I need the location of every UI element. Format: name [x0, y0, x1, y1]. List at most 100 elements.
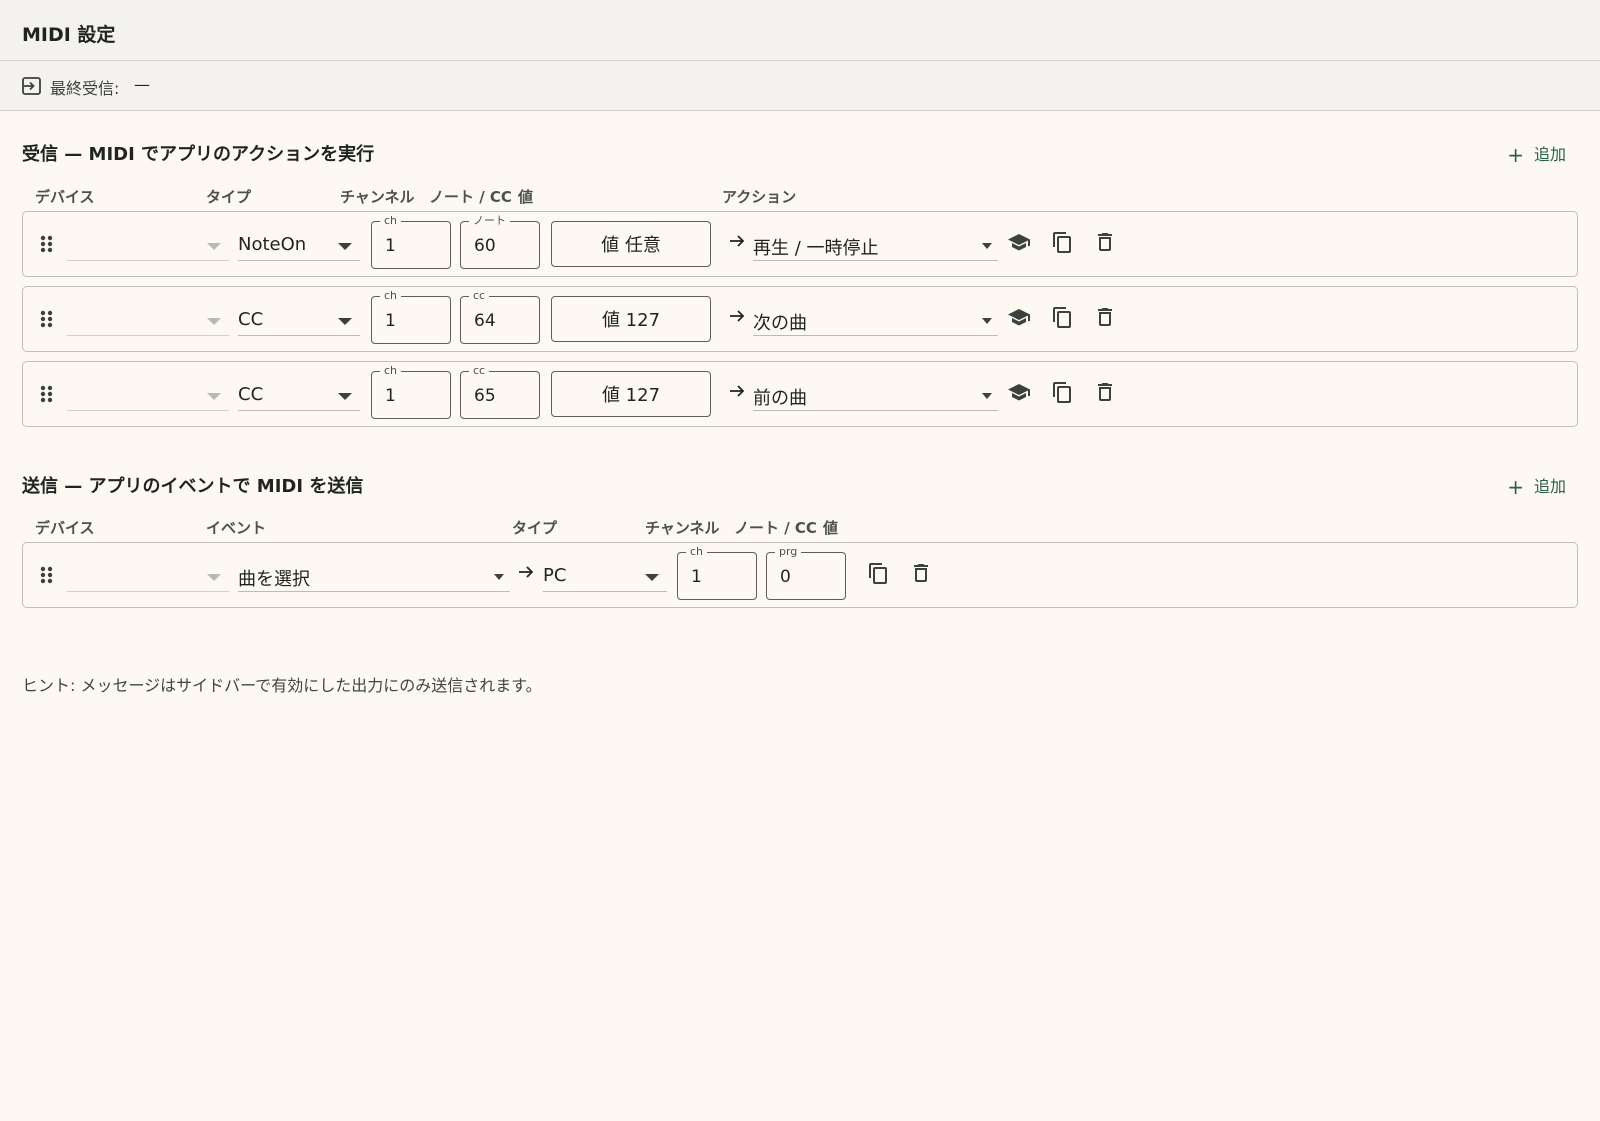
send-col-channel: チャンネル	[645, 519, 720, 537]
copy-icon	[1053, 382, 1071, 403]
device-select[interactable]	[67, 560, 229, 592]
receive-section-title: 受信 — MIDI でアプリのアクションを実行	[22, 144, 375, 165]
channel-field-value: 1	[385, 386, 396, 406]
send-add-button[interactable]: + 追加	[1507, 473, 1566, 499]
type-select[interactable]: PC	[543, 560, 667, 592]
trash-icon	[1098, 233, 1112, 251]
chevron-down-icon	[207, 393, 221, 400]
drag-handle-icon[interactable]	[38, 565, 56, 585]
copy-icon	[1053, 232, 1071, 253]
device-select[interactable]	[67, 304, 229, 336]
type-select-value: CC	[238, 309, 264, 330]
cc-field-value: 65	[474, 386, 496, 406]
action-select[interactable]: 前の曲	[753, 379, 998, 411]
chevron-down-icon	[338, 243, 352, 250]
channel-field[interactable]: ch 1	[677, 545, 757, 600]
cc-field-label: cc	[469, 289, 490, 302]
chevron-down-icon	[207, 243, 221, 250]
device-select[interactable]	[67, 229, 229, 261]
cc-field-label: cc	[469, 364, 490, 377]
learn-cap-icon	[1008, 384, 1030, 401]
input-icon	[22, 77, 41, 95]
program-field-label: prg	[775, 545, 802, 558]
receive-col-action: アクション	[722, 188, 797, 206]
last-received-bar: 最終受信: —	[0, 61, 1600, 111]
arrow-right-icon	[519, 566, 534, 578]
chevron-down-icon	[982, 393, 992, 399]
delete-button[interactable]	[1093, 230, 1117, 254]
device-select[interactable]	[67, 379, 229, 411]
type-select-value: NoteOn	[238, 234, 307, 255]
arrow-right-icon	[730, 310, 745, 322]
note-field-value: 60	[474, 236, 496, 256]
type-select-value: CC	[238, 384, 264, 405]
chevron-down-icon	[338, 318, 352, 325]
duplicate-button[interactable]	[866, 561, 890, 585]
channel-field-label: ch	[380, 289, 402, 302]
action-select[interactable]: 再生 / 一時停止	[753, 229, 998, 261]
arrow-right-icon	[730, 235, 745, 247]
type-select[interactable]: CC	[238, 304, 360, 336]
chevron-down-icon	[338, 393, 352, 400]
program-field[interactable]: prg 0	[766, 545, 846, 600]
copy-icon	[869, 563, 887, 584]
learn-button[interactable]	[1007, 305, 1031, 329]
duplicate-button[interactable]	[1050, 230, 1074, 254]
duplicate-button[interactable]	[1050, 305, 1074, 329]
type-select-value: PC	[543, 565, 567, 586]
delete-button[interactable]	[909, 561, 933, 585]
receive-col-type: タイプ	[206, 188, 252, 206]
channel-field-value: 1	[691, 567, 702, 587]
learn-button[interactable]	[1007, 230, 1031, 254]
channel-field-value: 1	[385, 311, 396, 331]
copy-icon	[1053, 307, 1071, 328]
drag-handle-icon[interactable]	[38, 309, 56, 329]
channel-field-value: 1	[385, 236, 396, 256]
last-received-label: 最終受信:	[50, 79, 120, 98]
app-header: MIDI 設定	[0, 0, 1600, 61]
chevron-down-icon	[982, 318, 992, 324]
type-select[interactable]: NoteOn	[238, 229, 360, 261]
hint-text: ヒント: メッセージはサイドバーで有効にした出力にのみ送信されます。	[22, 676, 542, 695]
action-select[interactable]: 次の曲	[753, 304, 998, 336]
note-field[interactable]: ノート 60	[460, 214, 540, 269]
value-button[interactable]: 値 127	[551, 296, 711, 342]
receive-row: NoteOn ch 1 ノート 60 値 任意 再生 / 一時停止	[22, 211, 1578, 277]
page-title: MIDI 設定	[22, 24, 116, 46]
last-received-value: —	[134, 75, 150, 94]
drag-handle-icon[interactable]	[38, 384, 56, 404]
delete-button[interactable]	[1093, 305, 1117, 329]
send-col-type: タイプ	[512, 519, 558, 537]
channel-field-label: ch	[380, 364, 402, 377]
value-button[interactable]: 値 任意	[551, 221, 711, 267]
receive-add-button[interactable]: + 追加	[1507, 141, 1566, 167]
action-select-value: 再生 / 一時停止	[753, 238, 879, 259]
channel-field[interactable]: ch 1	[371, 214, 451, 269]
learn-button[interactable]	[1007, 380, 1031, 404]
send-col-device: デバイス	[35, 519, 95, 537]
receive-col-value: 値	[518, 188, 534, 206]
channel-field[interactable]: ch 1	[371, 289, 451, 344]
send-col-note-cc: ノート / CC	[734, 519, 817, 537]
send-add-label: 追加	[1533, 477, 1566, 496]
duplicate-button[interactable]	[1050, 380, 1074, 404]
cc-field[interactable]: cc 65	[460, 364, 540, 419]
plus-icon: +	[1507, 475, 1524, 499]
value-button[interactable]: 値 127	[551, 371, 711, 417]
program-field-value: 0	[780, 567, 791, 587]
send-col-value: 値	[823, 519, 839, 537]
drag-handle-icon[interactable]	[38, 234, 56, 254]
receive-col-channel: チャンネル	[340, 188, 415, 206]
cc-field[interactable]: cc 64	[460, 289, 540, 344]
channel-field-label: ch	[686, 545, 708, 558]
action-select-value: 次の曲	[753, 313, 807, 334]
event-select-value: 曲を選択	[238, 569, 310, 590]
trash-icon	[1098, 383, 1112, 401]
send-section-title: 送信 — アプリのイベントで MIDI を送信	[22, 476, 364, 497]
chevron-down-icon	[645, 574, 659, 581]
type-select[interactable]: CC	[238, 379, 360, 411]
channel-field[interactable]: ch 1	[371, 364, 451, 419]
delete-button[interactable]	[1093, 380, 1117, 404]
event-select[interactable]: 曲を選択	[238, 560, 510, 592]
trash-icon	[1098, 308, 1112, 326]
